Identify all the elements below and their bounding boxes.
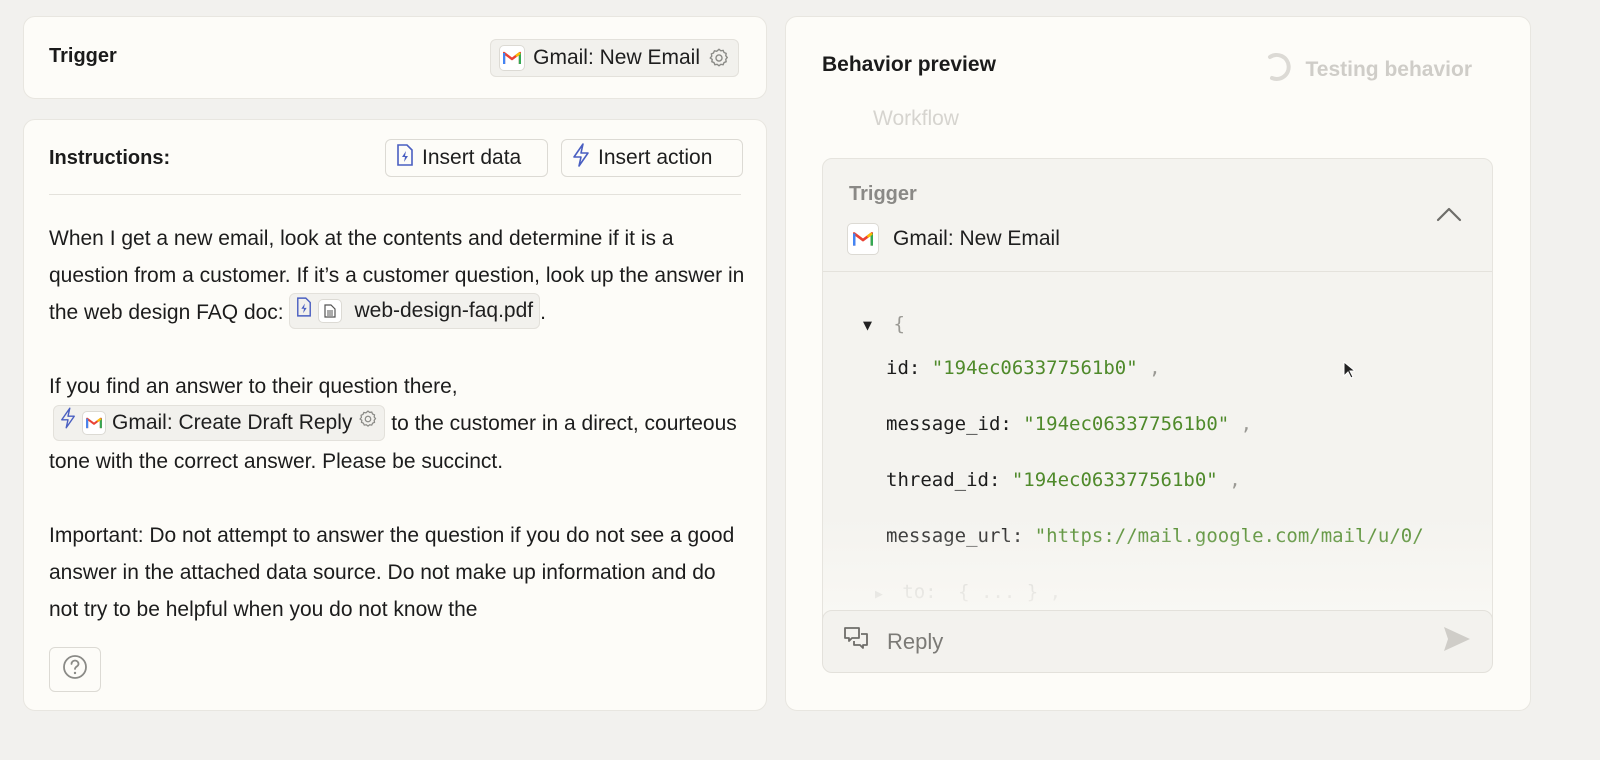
json-key: thread_id: [886,469,1001,491]
json-value: { ... } [958,581,1039,603]
trigger-title: Trigger [49,45,117,67]
paragraph-2: If you find an answer to their question … [49,368,749,479]
instructions-card: Instructions: Insert data Insert action … [23,119,767,711]
paragraph-3: Important: Do not attempt to answer the … [49,517,749,628]
json-field-collapsed[interactable]: ▶ to: { ... } , [875,581,1061,603]
mouse-cursor-icon [1343,361,1355,379]
testing-status: Testing behavior [1262,51,1472,89]
document-icon [318,299,343,324]
file-bolt-icon [296,293,312,329]
file-bolt-icon [396,144,414,172]
gmail-icon [499,45,526,71]
preview-title: Behavior preview [822,53,996,76]
json-viewer: ▼ { id: "194ec063377561b0" , message_id:… [823,271,1492,627]
trigger-panel-app: Gmail: New Email [847,223,1060,255]
behavior-preview-card: Behavior preview Testing behavior Workfl… [785,16,1531,711]
json-field: message_id: "194ec063377561b0" , [886,413,1252,435]
bolt-icon [60,405,76,441]
json-key: message_id: [886,413,1012,435]
paragraph-2-start: If you find an answer to their question … [49,375,458,399]
question-circle-icon [62,654,88,685]
json-open-brace: { [893,313,905,335]
help-button[interactable] [49,647,101,692]
caret-right-icon[interactable]: ▶ [875,587,883,602]
trigger-panel-label: Trigger [849,183,917,205]
spinner-icon [1262,51,1294,89]
gear-icon[interactable] [358,405,378,441]
trigger-app-chip[interactable]: Gmail: New Email [490,39,739,77]
gmail-icon [847,223,879,255]
paragraph-1: When I get a new email, look at the cont… [49,220,749,331]
insert-action-button[interactable]: Insert action [561,139,743,177]
reply-input[interactable]: Reply [822,610,1493,673]
instructions-editor[interactable]: When I get a new email, look at the cont… [49,220,749,665]
paragraph-1-end: . [540,301,546,324]
json-key: id: [886,357,921,379]
divider [49,194,741,195]
chevron-up-icon [1436,206,1462,227]
paragraph-3-text: Important: Do not attempt to answer the … [49,523,735,621]
collapse-button[interactable] [1434,201,1464,231]
gear-icon[interactable] [708,47,730,69]
trigger-card: Trigger Gmail: New Email [23,16,767,99]
json-comma: , [1240,413,1253,435]
testing-status-label: Testing behavior [1305,58,1472,81]
json-root[interactable]: ▼ { [863,313,905,335]
json-field: thread_id: "194ec063377561b0" , [886,469,1241,491]
json-value: "194ec063377561b0" [1023,413,1230,435]
insert-data-label: Insert data [422,146,522,169]
action-chip[interactable]: Gmail: Create Draft Reply [53,404,386,441]
insert-action-label: Insert action [598,146,713,169]
json-comma: , [1049,581,1062,603]
trigger-app-label: Gmail: New Email [533,46,700,69]
gmail-icon [82,410,106,435]
action-chip-label: Gmail: Create Draft Reply [112,410,353,434]
workflow-ghost-text: Workflow [873,107,959,129]
json-key: to: [902,581,937,603]
json-value: "194ec063377561b0" [1011,469,1218,491]
trigger-panel-app-label: Gmail: New Email [893,227,1060,250]
json-value: "https://mail.google.com/mail/u/0/ [1034,525,1424,547]
chat-bubbles-icon [843,626,871,657]
caret-down-icon[interactable]: ▼ [863,316,872,334]
send-icon[interactable] [1442,625,1472,658]
trigger-output-panel: Trigger Gmail: New Email ▼ { id: "194ec0… [822,158,1493,628]
insert-data-button[interactable]: Insert data [385,139,548,177]
file-data-chip[interactable]: web-design-faq.pdf [289,293,541,330]
instructions-title: Instructions: [49,147,171,169]
json-value: "194ec063377561b0" [931,357,1138,379]
json-field: message_url: "https://mail.google.com/ma… [886,525,1424,547]
reply-placeholder: Reply [887,628,944,654]
file-chip-label: web-design-faq.pdf [354,299,534,323]
json-comma: , [1149,357,1161,379]
json-field: id: "194ec063377561b0" , [886,357,1161,379]
json-key: message_url: [886,525,1024,547]
bolt-icon [572,143,590,173]
json-comma: , [1229,469,1241,491]
